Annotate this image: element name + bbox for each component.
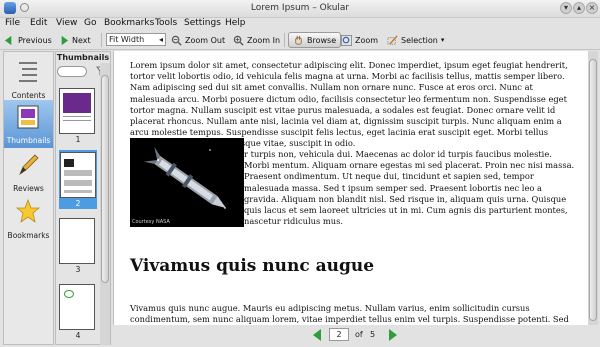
- browse-label: Browse: [307, 35, 337, 45]
- previous-label: Previous: [18, 35, 52, 45]
- sidebar-item-label: Thumbnails: [6, 136, 51, 145]
- page-thumbnail-image: [60, 152, 96, 198]
- thumbnail-page-selected[interactable]: 2: [59, 150, 97, 209]
- menu-help[interactable]: Help: [225, 18, 246, 28]
- sidebar-item-bookmarks[interactable]: Bookmarks: [4, 195, 53, 243]
- thumbnail-page-number: 1: [75, 135, 81, 144]
- zoom-in-label: Zoom In: [247, 35, 281, 45]
- menu-tools[interactable]: Tools: [155, 18, 177, 28]
- toolbar-separator: [101, 33, 102, 47]
- page-thumbnail-image: [59, 284, 95, 330]
- thumbnail-search-input[interactable]: [57, 66, 87, 77]
- thumbnails-header: Thumbnails: [56, 53, 110, 62]
- document-scrollbar-handle[interactable]: [589, 59, 597, 321]
- zoom-tool-button[interactable]: Zoom: [341, 32, 378, 48]
- menu-file[interactable]: File: [5, 18, 20, 28]
- minimize-button[interactable]: ▾: [560, 2, 572, 14]
- chevron-down-icon: ◂: [158, 35, 163, 44]
- total-pages: 5: [370, 330, 376, 339]
- star-icon: [16, 199, 40, 223]
- close-button[interactable]: ×: [586, 2, 598, 14]
- zoom-out-button[interactable]: Zoom Out: [171, 32, 225, 48]
- magnifier-icon: [341, 34, 352, 46]
- sidebar-item-thumbnails[interactable]: Thumbnails: [4, 100, 53, 148]
- thumbnail-page[interactable]: 3: [59, 218, 97, 274]
- zoom-mode-value: Fit Width: [109, 35, 145, 44]
- thumbnails-scrollbar[interactable]: [100, 63, 110, 345]
- thumbnail-page-number: 4: [75, 331, 81, 340]
- arrow-left-icon: [4, 35, 12, 45]
- document-scrollbar[interactable]: [588, 51, 598, 325]
- zoom-out-icon: [171, 35, 182, 46]
- page-of-label: of: [355, 330, 363, 339]
- sidebar-item-label: Contents: [11, 91, 46, 100]
- toolbar-separator: [284, 33, 285, 47]
- previous-page-arrow-icon[interactable]: [313, 329, 321, 341]
- selection-label: Selection: [401, 35, 438, 45]
- selection-icon: [387, 34, 398, 45]
- chevron-down-icon: ▾: [440, 36, 445, 44]
- sidebar-item-contents[interactable]: Contents: [4, 55, 53, 103]
- thumbnail-page-number: 2: [75, 199, 81, 208]
- maximize-button[interactable]: ▴: [573, 2, 585, 14]
- thumbnails-panel: Thumbnails 1 2 3 4: [55, 51, 111, 345]
- next-page-arrow-icon[interactable]: [389, 329, 397, 341]
- previous-button[interactable]: Previous: [4, 32, 52, 48]
- thumbnail-page-number: 3: [75, 265, 81, 274]
- menu-edit[interactable]: Edit: [30, 18, 47, 28]
- rocket-illustration: [130, 138, 244, 227]
- selection-tool-button[interactable]: Selection ▾: [387, 32, 444, 48]
- zoom-label: Zoom: [355, 35, 379, 45]
- menu-view[interactable]: View: [56, 18, 77, 28]
- okular-window: Lorem Ipsum – Okular ▾ ▴ × File Edit Vie…: [0, 0, 600, 347]
- rocket-image: Courtesy NASA: [130, 138, 244, 227]
- figure-caption: Courtesy NASA: [132, 219, 170, 225]
- contents-icon: [19, 62, 37, 82]
- document-paragraph: Vivamus quis nunc augue. Mauris eu adipi…: [130, 303, 569, 325]
- pencil-icon: [19, 154, 39, 176]
- sidebar: Contents Thumbnails Reviews Bookmarks: [3, 51, 54, 345]
- thumbnail-page[interactable]: 1: [59, 88, 97, 144]
- sidebar-item-label: Reviews: [13, 184, 44, 193]
- menu-go[interactable]: Go: [84, 18, 96, 28]
- menu-bookmarks[interactable]: Bookmarks: [104, 18, 154, 28]
- document-paragraph: r turpis non, vehicula dui. Maecenas ac …: [244, 149, 575, 227]
- next-label: Next: [72, 35, 91, 45]
- sidebar-item-reviews[interactable]: Reviews: [4, 148, 53, 196]
- thumbnail-page[interactable]: 4: [59, 284, 97, 340]
- sidebar-item-label: Bookmarks: [7, 231, 50, 240]
- zoom-in-button[interactable]: Zoom In: [233, 32, 280, 48]
- zoom-mode-select[interactable]: Fit Width ◂: [106, 33, 166, 46]
- document-heading: Vivamus quis nunc augue: [130, 256, 375, 276]
- thumbnails-scrollbar-handle[interactable]: [101, 75, 109, 283]
- page-thumbnail-image: [59, 88, 95, 134]
- zoom-out-label: Zoom Out: [185, 35, 226, 45]
- page-thumbnail-image: [59, 218, 95, 264]
- arrow-right-icon: [61, 35, 69, 45]
- document-view[interactable]: Lorem ipsum dolor sit amet, consectetur …: [113, 51, 588, 325]
- page-navigation-bar: 2 of 5: [113, 325, 598, 345]
- hand-icon: [295, 35, 302, 45]
- menu-settings[interactable]: Settings: [184, 18, 221, 28]
- title-bar[interactable]: Lorem Ipsum – Okular ▾ ▴ ×: [0, 0, 600, 18]
- menu-bar: File Edit View Go Bookmarks Tools Settin…: [0, 17, 600, 31]
- thumbnails-icon: [17, 105, 39, 129]
- zoom-in-icon: [233, 35, 244, 46]
- window-title: Lorem Ipsum – Okular: [250, 3, 350, 13]
- browse-tool-button[interactable]: Browse: [288, 32, 342, 48]
- next-button[interactable]: Next: [58, 32, 91, 48]
- current-page-input[interactable]: 2: [329, 328, 349, 341]
- document-paragraph: Lorem ipsum dolor sit amet, consectetur …: [130, 60, 568, 149]
